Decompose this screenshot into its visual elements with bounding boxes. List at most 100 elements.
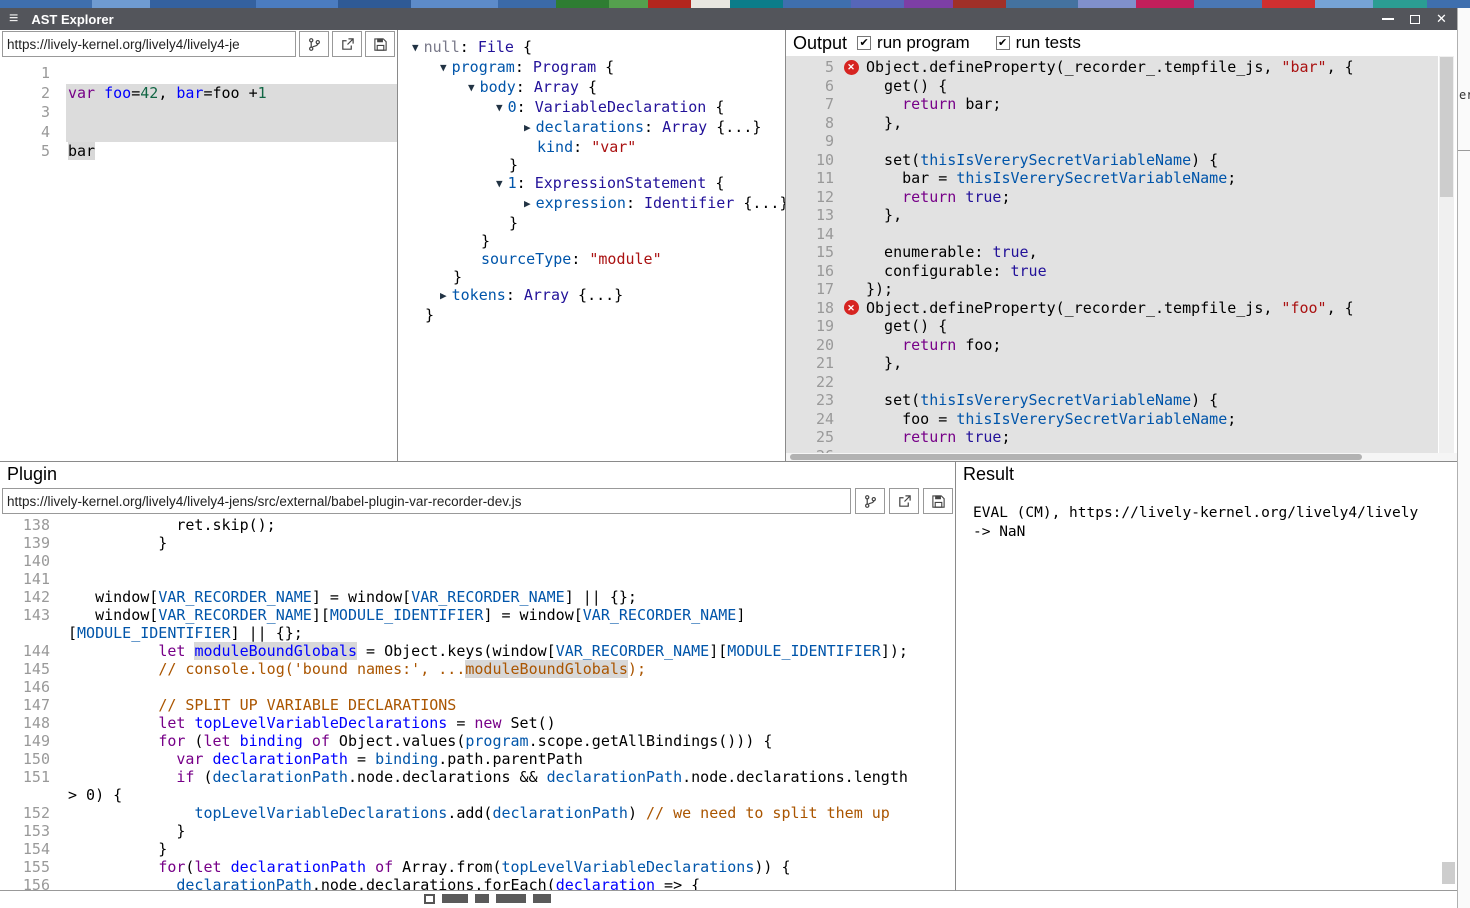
error-marker-icon[interactable]: ✕ bbox=[844, 60, 859, 75]
ast-node-line[interactable]: kind: "var" bbox=[398, 138, 785, 156]
code-line[interactable]: 5✕Object.defineProperty(_recorder_.tempf… bbox=[786, 58, 1438, 77]
ast-node-line[interactable]: } bbox=[398, 156, 785, 174]
code-line[interactable]: 24 foo = thisIsVererySecretVariableName; bbox=[786, 410, 1438, 429]
output-horizontal-scrollbar[interactable] bbox=[786, 453, 1457, 461]
code-line[interactable]: 12 return true; bbox=[786, 188, 1438, 207]
source-editor[interactable]: 12var foo=42, bar=foo +1345bar bbox=[0, 58, 397, 461]
code-line[interactable]: 140 bbox=[0, 552, 955, 570]
code-line[interactable]: 146 bbox=[0, 678, 955, 696]
code-line[interactable]: 17}); bbox=[786, 280, 1438, 299]
code-line[interactable]: 16 configurable: true bbox=[786, 262, 1438, 281]
ast-node-line[interactable]: ▼body: Array { bbox=[398, 78, 785, 98]
open-external-button[interactable] bbox=[332, 31, 362, 57]
ast-tree[interactable]: ▼null: File {▼program: Program {▼body: A… bbox=[398, 38, 785, 324]
code-line[interactable]: 6 get() { bbox=[786, 77, 1438, 96]
checkbox-run-tests[interactable]: ✔run tests bbox=[996, 33, 1081, 53]
code-line[interactable]: 156 declarationPath.node.declarations.fo… bbox=[0, 876, 955, 890]
titlebar[interactable]: ≡ AST Explorer ✕ bbox=[0, 8, 1457, 30]
plugin-editor[interactable]: 138 ret.skip();139 }140141142 window[VAR… bbox=[0, 514, 955, 890]
code-line[interactable]: 5bar bbox=[0, 142, 397, 162]
code-line[interactable]: 8 }, bbox=[786, 114, 1438, 133]
code-line[interactable]: 155 for(let declarationPath of Array.fro… bbox=[0, 858, 955, 876]
versions-button[interactable] bbox=[299, 31, 329, 57]
code-line[interactable]: 139 } bbox=[0, 534, 955, 552]
ast-node-line[interactable]: ▼1: ExpressionStatement { bbox=[398, 174, 785, 194]
ast-node-line[interactable]: } bbox=[398, 306, 785, 324]
maximize-button[interactable] bbox=[1401, 8, 1428, 30]
code-line[interactable]: 10 set(thisIsVererySecretVariableName) { bbox=[786, 151, 1438, 170]
hamburger-menu-icon[interactable]: ≡ bbox=[9, 11, 18, 27]
close-button[interactable]: ✕ bbox=[1428, 8, 1455, 30]
code-line[interactable]: 1 bbox=[0, 64, 397, 84]
code-line[interactable]: 13 }, bbox=[786, 206, 1438, 225]
scrollbar-thumb[interactable] bbox=[790, 454, 1362, 460]
code-token: let bbox=[158, 714, 185, 732]
code-line[interactable]: 20 return foo; bbox=[786, 336, 1438, 355]
collapse-arrow-icon[interactable]: ▼ bbox=[496, 175, 503, 193]
plugin-versions-button[interactable] bbox=[855, 488, 885, 514]
plugin-url-input[interactable] bbox=[2, 488, 851, 514]
ast-node-line[interactable]: sourceType: "module" bbox=[398, 250, 785, 268]
code-line[interactable]: 14 bbox=[786, 225, 1438, 244]
expand-arrow-icon[interactable]: ▶ bbox=[524, 195, 531, 213]
output-editor[interactable]: 5✕Object.defineProperty(_recorder_.tempf… bbox=[786, 56, 1438, 453]
ast-node-line[interactable]: ▶tokens: Array {...} bbox=[398, 286, 785, 306]
scrollbar-thumb[interactable] bbox=[1440, 57, 1453, 197]
source-url-input[interactable] bbox=[2, 31, 296, 57]
code-text: Object.defineProperty(_recorder_.tempfil… bbox=[864, 299, 1438, 318]
code-line[interactable]: 145 // console.log('bound names:', ...mo… bbox=[0, 660, 955, 678]
code-line[interactable]: 3 bbox=[0, 103, 397, 123]
code-line[interactable]: 4 bbox=[0, 123, 397, 143]
code-line[interactable]: 25 return true; bbox=[786, 428, 1438, 447]
code-line[interactable]: 138 ret.skip(); bbox=[0, 516, 955, 534]
code-line[interactable]: 143 window[VAR_RECORDER_NAME][MODULE_IDE… bbox=[0, 606, 955, 624]
ast-node-line[interactable]: ▼0: VariableDeclaration { bbox=[398, 98, 785, 118]
ast-node-line[interactable]: } bbox=[398, 232, 785, 250]
plugin-save-button[interactable] bbox=[923, 488, 953, 514]
save-button[interactable] bbox=[365, 31, 395, 57]
code-line[interactable]: 147 // SPLIT UP VARIABLE DECLARATIONS bbox=[0, 696, 955, 714]
code-line[interactable]: 2var foo=42, bar=foo +1 bbox=[0, 84, 397, 104]
code-line[interactable]: 23 set(thisIsVererySecretVariableName) { bbox=[786, 391, 1438, 410]
code-line[interactable]: 148 let topLevelVariableDeclarations = n… bbox=[0, 714, 955, 732]
checkbox-box[interactable]: ✔ bbox=[996, 36, 1010, 50]
ast-node-line[interactable]: ▶declarations: Array {...} bbox=[398, 118, 785, 138]
code-line[interactable]: 7 return bar; bbox=[786, 95, 1438, 114]
code-line[interactable]: 152 topLevelVariableDeclarations.add(dec… bbox=[0, 804, 955, 822]
code-line[interactable]: 21 }, bbox=[786, 354, 1438, 373]
code-line[interactable]: 142 window[VAR_RECORDER_NAME] = window[V… bbox=[0, 588, 955, 606]
expand-arrow-icon[interactable]: ▶ bbox=[524, 119, 531, 137]
code-line[interactable]: 153 } bbox=[0, 822, 955, 840]
code-line[interactable]: 150 var declarationPath = binding.path.p… bbox=[0, 750, 955, 768]
collapse-arrow-icon[interactable]: ▼ bbox=[468, 79, 475, 97]
code-line[interactable]: 149 for (let binding of Object.values(pr… bbox=[0, 732, 955, 750]
error-marker-icon[interactable]: ✕ bbox=[844, 300, 859, 315]
code-line[interactable]: [MODULE_IDENTIFIER] || {}; bbox=[0, 624, 955, 642]
code-line[interactable]: 144 let moduleBoundGlobals = Object.keys… bbox=[0, 642, 955, 660]
checkbox-run-program[interactable]: ✔run program bbox=[857, 33, 970, 53]
plugin-open-external-button[interactable] bbox=[889, 488, 919, 514]
code-line[interactable]: 19 get() { bbox=[786, 317, 1438, 336]
code-line[interactable]: 11 bar = thisIsVererySecretVariableName; bbox=[786, 169, 1438, 188]
ast-node-line[interactable]: ▼null: File { bbox=[398, 38, 785, 58]
ast-node-line[interactable]: } bbox=[398, 268, 785, 286]
code-text bbox=[66, 552, 955, 570]
collapse-arrow-icon[interactable]: ▼ bbox=[496, 99, 503, 117]
code-line[interactable]: 141 bbox=[0, 570, 955, 588]
collapse-arrow-icon[interactable]: ▼ bbox=[440, 59, 447, 77]
code-line[interactable]: 22 bbox=[786, 373, 1438, 392]
output-vertical-scrollbar[interactable] bbox=[1439, 56, 1454, 453]
expand-arrow-icon[interactable]: ▶ bbox=[440, 287, 447, 305]
code-line[interactable]: 18✕Object.defineProperty(_recorder_.temp… bbox=[786, 299, 1438, 318]
ast-node-line[interactable]: } bbox=[398, 214, 785, 232]
checkbox-box[interactable]: ✔ bbox=[857, 36, 871, 50]
collapse-arrow-icon[interactable]: ▼ bbox=[412, 39, 419, 57]
ast-node-line[interactable]: ▼program: Program { bbox=[398, 58, 785, 78]
minimize-button[interactable] bbox=[1374, 8, 1401, 30]
code-line[interactable]: > 0) { bbox=[0, 786, 955, 804]
ast-node-line[interactable]: ▶expression: Identifier {...} bbox=[398, 194, 785, 214]
code-line[interactable]: 9 bbox=[786, 132, 1438, 151]
code-line[interactable]: 15 enumerable: true, bbox=[786, 243, 1438, 262]
code-line[interactable]: 154 } bbox=[0, 840, 955, 858]
code-line[interactable]: 151 if (declarationPath.node.declaration… bbox=[0, 768, 955, 786]
